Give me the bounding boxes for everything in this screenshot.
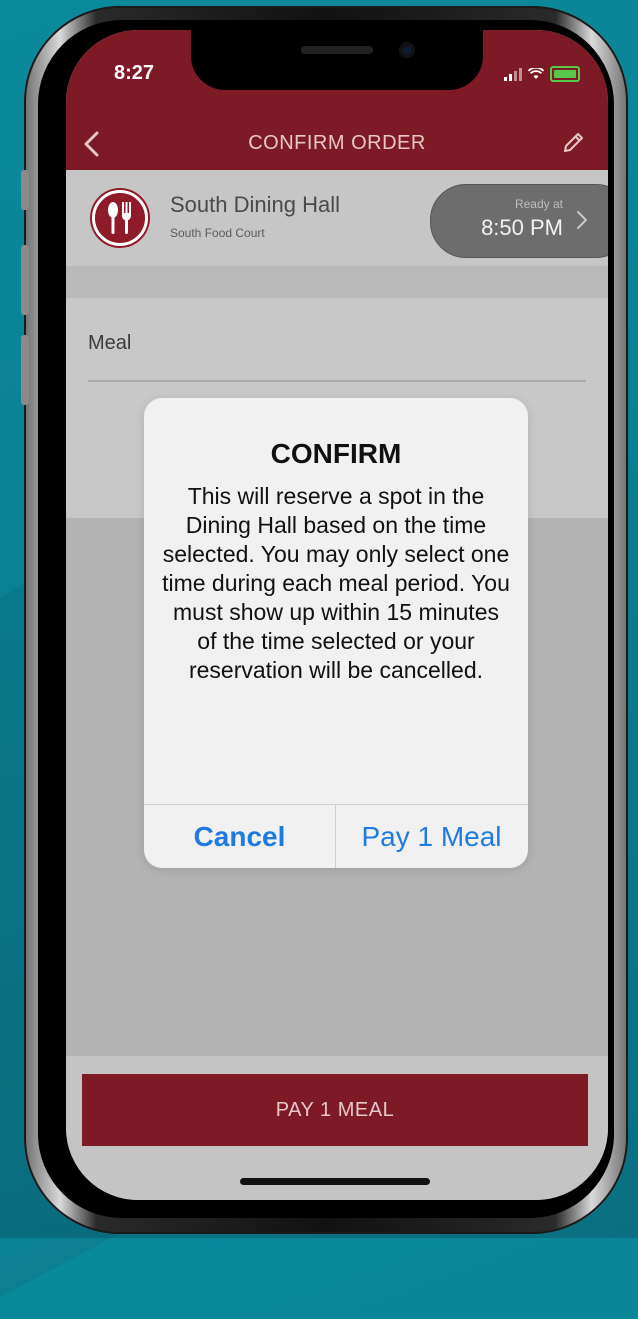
- location-row: South Dining Hall South Food Court Ready…: [66, 170, 608, 267]
- chevron-right-icon: [577, 211, 588, 229]
- side-button-volume-down: [21, 335, 29, 405]
- home-indicator[interactable]: [240, 1178, 430, 1185]
- location-subtitle: South Food Court: [170, 226, 265, 240]
- phone-notch: [191, 30, 483, 90]
- ready-time: 8:50 PM: [481, 215, 563, 240]
- side-button-volume-up: [21, 245, 29, 315]
- side-button-mute: [21, 170, 29, 210]
- edit-pencil-icon[interactable]: [560, 130, 586, 156]
- section-spacer: [66, 266, 608, 298]
- order-item-label: Meal: [88, 332, 132, 354]
- nav-bar: CONFIRM ORDER: [66, 118, 608, 170]
- status-icons: [504, 66, 580, 82]
- wifi-icon: [528, 68, 544, 79]
- status-time: 8:27: [114, 62, 155, 84]
- signal-icon: [504, 67, 522, 81]
- status-bar: 8:27: [66, 30, 608, 118]
- pay-meal-button[interactable]: PAY 1 MEAL: [82, 1074, 588, 1146]
- phone-screen: 8:27 CONFIRM ORDER South Dining Hall Sou…: [66, 30, 608, 1200]
- speaker-grille: [301, 46, 373, 54]
- page-title: CONFIRM ORDER: [248, 132, 426, 154]
- divider: [88, 380, 586, 382]
- confirm-alert-dialog: CONFIRM This will reserve a spot in the …: [144, 398, 528, 868]
- alert-title: CONFIRM: [270, 438, 402, 469]
- ready-time-button[interactable]: Ready at 8:50 PM: [430, 184, 608, 258]
- alert-message: This will reserve a spot in the Dining H…: [162, 483, 510, 683]
- alert-cancel-button[interactable]: Cancel: [144, 805, 335, 868]
- battery-icon: [550, 66, 580, 82]
- ready-label: Ready at: [514, 197, 563, 211]
- dining-utensils-icon: [108, 202, 131, 234]
- location-name: South Dining Hall: [170, 192, 340, 217]
- dining-hall-logo: [92, 190, 148, 246]
- alert-pay-button[interactable]: Pay 1 Meal: [336, 805, 527, 868]
- front-camera: [399, 42, 415, 58]
